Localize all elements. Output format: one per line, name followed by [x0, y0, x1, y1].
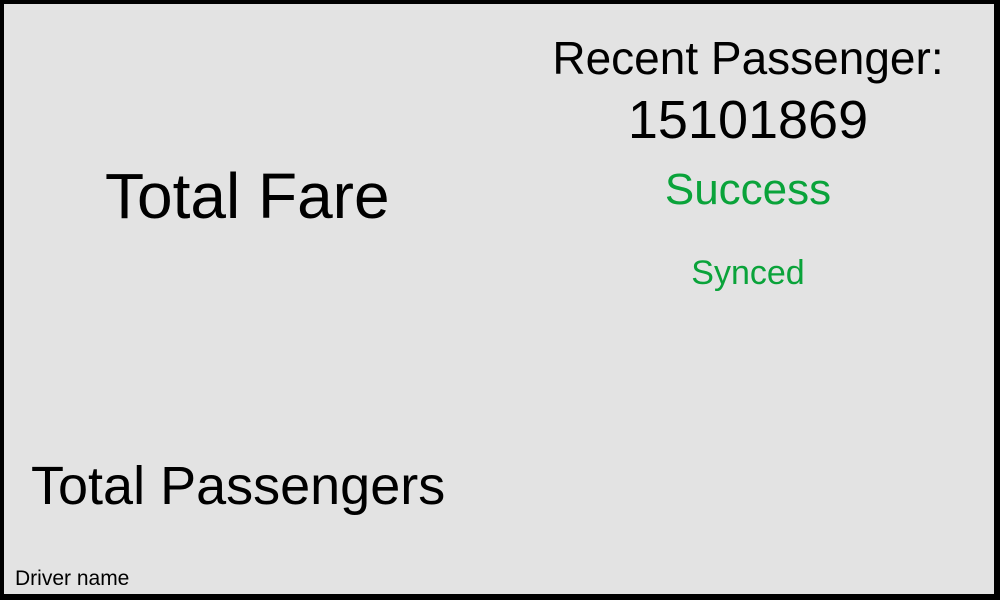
- sync-status: Synced: [691, 254, 805, 292]
- fare-display-screen: Total Fare Total Passengers Driver name …: [4, 4, 994, 594]
- recent-passenger-id: 15101869: [627, 90, 869, 150]
- transaction-status: Success: [664, 165, 832, 214]
- driver-name-label: Driver name: [15, 567, 130, 590]
- total-fare-label: Total Fare: [105, 160, 390, 232]
- total-passengers-label: Total Passengers: [31, 456, 446, 516]
- recent-passenger-label: Recent Passenger:: [552, 32, 944, 84]
